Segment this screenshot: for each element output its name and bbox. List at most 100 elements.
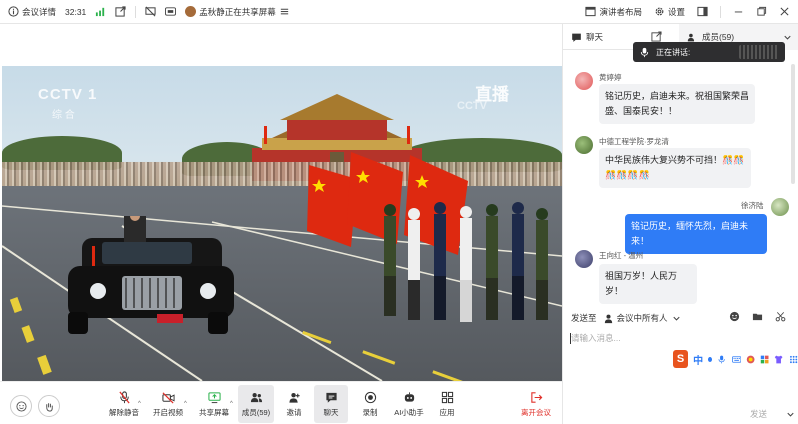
ime-punct-icon[interactable] (708, 356, 713, 362)
record-label: 录制 (362, 407, 378, 417)
speaker-name-redacted (739, 45, 779, 59)
bottom-toolbar: 解除静音 ^ 开启视频 ^ 共享屏幕 ^ 成员(59) 邀请 聊天 录制 AI小… (0, 381, 562, 424)
honor-guard (384, 202, 548, 322)
meeting-app: 会议详情 32:31 孟秋静正在共享屏幕 演讲者布局 设置 CCTV 1 综 合… (0, 0, 798, 424)
message-input[interactable]: 请输入消息... (571, 332, 621, 344)
hd-icon[interactable] (165, 6, 177, 17)
send-button[interactable]: 发送 (750, 408, 767, 420)
avatar (575, 136, 593, 154)
apps-grid-icon (441, 391, 454, 404)
restore-icon[interactable] (756, 6, 767, 17)
people-icon (687, 32, 698, 43)
meeting-details-button[interactable]: 会议详情 (8, 6, 56, 18)
ime-skin-icon[interactable] (746, 354, 755, 365)
person-icon (603, 313, 614, 324)
message-line: 盛、国泰民安！！ (605, 106, 678, 116)
message-line: 中华民族伟大复兴势不可挡！🎊🎊 (605, 155, 745, 165)
share-screen-icon (207, 391, 221, 404)
channel-logo: CCTV 1 (38, 86, 98, 103)
start-video-button[interactable]: 开启视频 (148, 385, 188, 423)
unmute-label: 解除静音 (109, 407, 139, 417)
message-line: 祖国万岁！人民万岁！ (605, 271, 678, 296)
smiley-icon (15, 400, 27, 412)
ai-assistant-button[interactable]: AI小助手 (390, 385, 428, 423)
send-to-selector[interactable]: 会议中所有人 (603, 312, 682, 324)
top-bar: 会议详情 32:31 孟秋静正在共享屏幕 演讲者布局 设置 (0, 0, 798, 24)
apps-button[interactable]: 应用 (434, 385, 460, 423)
add-user-icon (288, 391, 301, 404)
chat-icon (571, 32, 582, 43)
meeting-duration: 32:31 (65, 6, 87, 17)
scissors-icon[interactable] (775, 311, 786, 322)
mic-muted-icon (118, 390, 131, 404)
open-external-icon[interactable] (115, 6, 126, 17)
ai-bot-icon (403, 391, 416, 404)
avatar (575, 72, 593, 90)
chevron-up-icon[interactable]: ^ (184, 401, 187, 407)
sharer-avatar (185, 6, 197, 17)
divider (720, 5, 721, 18)
hand-icon (44, 401, 55, 412)
emoji-icon[interactable] (729, 311, 740, 322)
info-icon (8, 6, 19, 17)
share-screen-label: 共享屏幕 (199, 407, 229, 417)
ime-toolbar: S 中 (673, 350, 798, 368)
folder-icon[interactable] (752, 311, 763, 322)
invite-button[interactable]: 邀请 (280, 385, 308, 423)
camera-off-icon (161, 391, 175, 404)
send-to-target: 会议中所有人 (616, 313, 668, 323)
chevron-up-icon[interactable]: ^ (138, 401, 141, 407)
minimize-icon[interactable] (733, 6, 744, 17)
speaking-indicator: 正在讲话: (633, 42, 785, 62)
emoji-button[interactable] (10, 395, 32, 417)
close-icon[interactable] (779, 6, 790, 17)
send-to-label: 发送至 (571, 313, 597, 323)
raise-hand-button[interactable] (38, 395, 60, 417)
sender-name: 中德工程学院·罗龙清 (599, 137, 669, 146)
send-to-row: 发送至 会议中所有人 (571, 312, 682, 324)
exit-icon (530, 391, 543, 404)
message-line: 🎊🎊🎊🎊 (605, 170, 650, 180)
screen-share-off-icon[interactable] (145, 6, 156, 17)
layout-button[interactable]: 演讲者布局 (585, 6, 642, 18)
ime-mic-icon[interactable] (717, 354, 726, 365)
leave-meeting-button[interactable]: 离开会议 (516, 385, 556, 423)
avatar (771, 198, 789, 216)
message-bubble: 铭记历史，缅怀先烈，启迪未来！ (625, 214, 767, 254)
record-icon (364, 391, 377, 404)
layout-label: 演讲者布局 (599, 6, 642, 17)
chat-scrollbar[interactable] (791, 64, 795, 184)
chevron-up-icon[interactable]: ^ (230, 401, 233, 407)
chat-label: 聊天 (323, 407, 339, 417)
channel-logo-right: CCTV (457, 100, 487, 112)
ime-logo[interactable]: S (673, 350, 689, 368)
share-screen-button[interactable]: 共享屏幕 (194, 385, 234, 423)
members-button[interactable]: 成员(59) (238, 385, 274, 423)
mic-icon (639, 47, 650, 58)
ime-toolbox-icon[interactable] (760, 354, 769, 365)
chat-button[interactable]: 聊天 (314, 385, 348, 423)
sidebar-toggle-icon[interactable] (697, 6, 708, 17)
chevron-down-icon[interactable] (782, 32, 793, 43)
divider (135, 5, 137, 18)
settings-button[interactable]: 设置 (654, 6, 685, 18)
shared-screen-area: CCTV 1 综 合 直播 CCTV 批注 (0, 24, 562, 400)
sharing-status: 孟秋静正在共享屏幕 (185, 6, 290, 18)
popout-icon[interactable] (651, 31, 662, 42)
message-bubble: 祖国万岁！人民万岁！ (599, 264, 697, 304)
meeting-details-label: 会议详情 (22, 6, 57, 17)
crowd (2, 162, 562, 188)
ime-shirt-icon[interactable] (774, 354, 783, 365)
ime-chinese-mode[interactable]: 中 (693, 352, 703, 367)
tab-chat[interactable]: 聊天 (571, 24, 603, 50)
unmute-button[interactable]: 解除静音 (106, 385, 142, 423)
people-icon (250, 391, 263, 404)
record-button[interactable]: 录制 (356, 385, 384, 423)
chevron-down-icon[interactable] (785, 409, 796, 420)
start-video-label: 开启视频 (153, 407, 183, 417)
menu-lines-icon[interactable] (279, 6, 290, 17)
ime-keyboard-icon[interactable] (731, 354, 741, 365)
ime-grid-icon[interactable] (789, 354, 798, 365)
message-bubble: 铭记历史，启迪未来。祝祖国繁荣昌 盛、国泰民安！！ (599, 84, 755, 124)
sharing-text: 孟秋静正在共享屏幕 (199, 6, 276, 17)
